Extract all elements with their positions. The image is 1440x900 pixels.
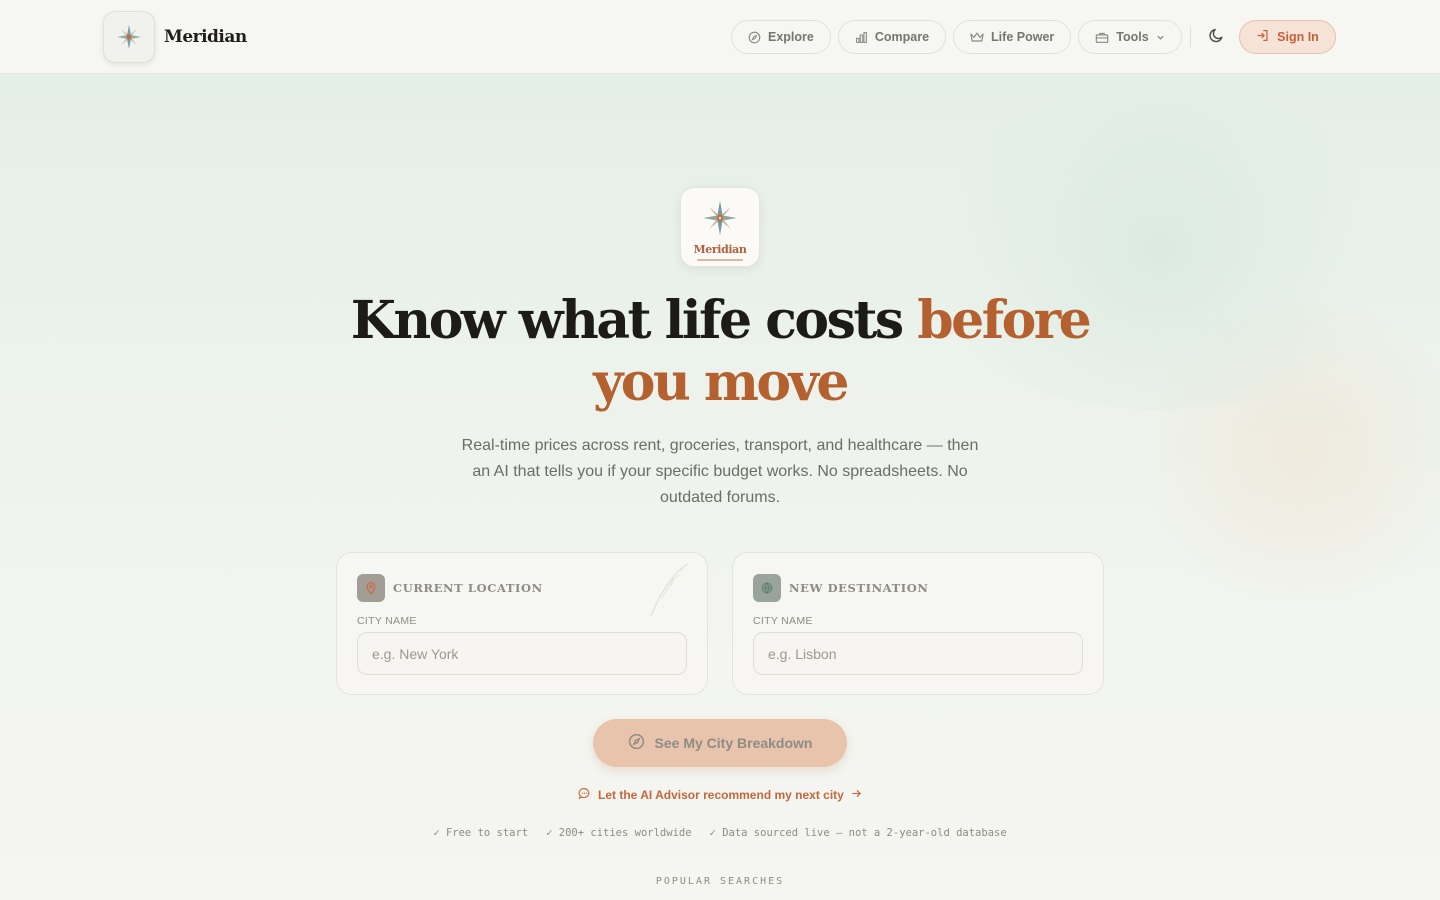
top-navbar: Meridian Explore Compare Life Power Tool… [0, 0, 1440, 74]
nav-tools[interactable]: Tools [1078, 20, 1182, 54]
current-city-label: CITY NAME [357, 615, 417, 627]
new-destination-title: NEW DESTINATION [789, 581, 929, 595]
map-pin-icon [357, 574, 385, 602]
current-location-header: CURRENT LOCATION [357, 574, 543, 602]
popular-searches-heading: POPULAR SEARCHES [655, 876, 785, 887]
chat-bubble-icon [578, 787, 591, 803]
feather-decoration [643, 561, 693, 626]
brand[interactable]: Meridian [103, 11, 247, 63]
brand-name: Meridian [164, 27, 247, 47]
nav-compare[interactable]: Compare [837, 20, 947, 54]
arrow-right-icon [851, 788, 862, 802]
hero-subtitle: Real-time prices across rent, groceries,… [461, 437, 979, 506]
destination-city-input[interactable] [753, 632, 1083, 675]
globe-icon [753, 574, 781, 602]
nav-tools-label: Tools [1116, 30, 1149, 44]
current-location-title: CURRENT LOCATION [393, 581, 543, 595]
hero-logo-word: Meridian [693, 243, 747, 256]
crown-icon [970, 31, 984, 44]
bar-chart-icon [855, 31, 868, 44]
new-destination-header: NEW DESTINATION [753, 574, 928, 602]
check-item: ✓ Free to start [433, 827, 529, 839]
theme-toggle-button[interactable] [1204, 24, 1230, 50]
see-breakdown-label: See My City Breakdown [654, 735, 813, 751]
hero-logo: Meridian [680, 187, 760, 267]
toolbox-icon [1095, 31, 1109, 44]
ai-advisor-link[interactable]: Let the AI Advisor recommend my next cit… [578, 786, 862, 804]
compass-icon [748, 31, 761, 44]
see-breakdown-button[interactable]: See My City Breakdown [593, 719, 847, 767]
nav-explore-label: Explore [768, 30, 814, 44]
moon-icon [1209, 27, 1225, 48]
current-city-input[interactable] [357, 632, 687, 675]
hero-logo-tagline [697, 259, 743, 261]
sign-in-icon [1256, 29, 1269, 45]
compass-rose-icon [103, 11, 155, 63]
compass-icon [628, 733, 645, 753]
feature-checks: ✓ Free to start ✓ 200+ cities worldwide … [420, 827, 1020, 839]
hero-headline: Know what life costs before you move [300, 290, 1140, 414]
current-location-card: CURRENT LOCATION CITY NAME [336, 552, 708, 695]
nav-links: Explore Compare Life Power Tools [731, 20, 1182, 54]
nav-divider [1190, 27, 1191, 47]
nav-life-power-label: Life Power [991, 30, 1055, 44]
nav-life-power[interactable]: Life Power [953, 20, 1072, 54]
background-glow [1120, 300, 1440, 600]
headline-main: Know what life costs [350, 290, 918, 351]
chevron-down-icon [1156, 33, 1165, 42]
ai-advisor-label: Let the AI Advisor recommend my next cit… [598, 788, 844, 802]
sign-in-label: Sign In [1277, 30, 1319, 44]
new-destination-card: NEW DESTINATION CITY NAME [732, 552, 1104, 695]
check-item: ✓ 200+ cities worldwide [546, 827, 692, 839]
destination-city-label: CITY NAME [753, 615, 813, 627]
compass-rose-icon [700, 198, 740, 243]
nav-compare-label: Compare [874, 30, 930, 44]
nav-explore[interactable]: Explore [731, 20, 831, 54]
check-item: ✓ Data sourced live — not a 2-year-old d… [709, 827, 1007, 839]
sign-in-button[interactable]: Sign In [1239, 20, 1336, 54]
